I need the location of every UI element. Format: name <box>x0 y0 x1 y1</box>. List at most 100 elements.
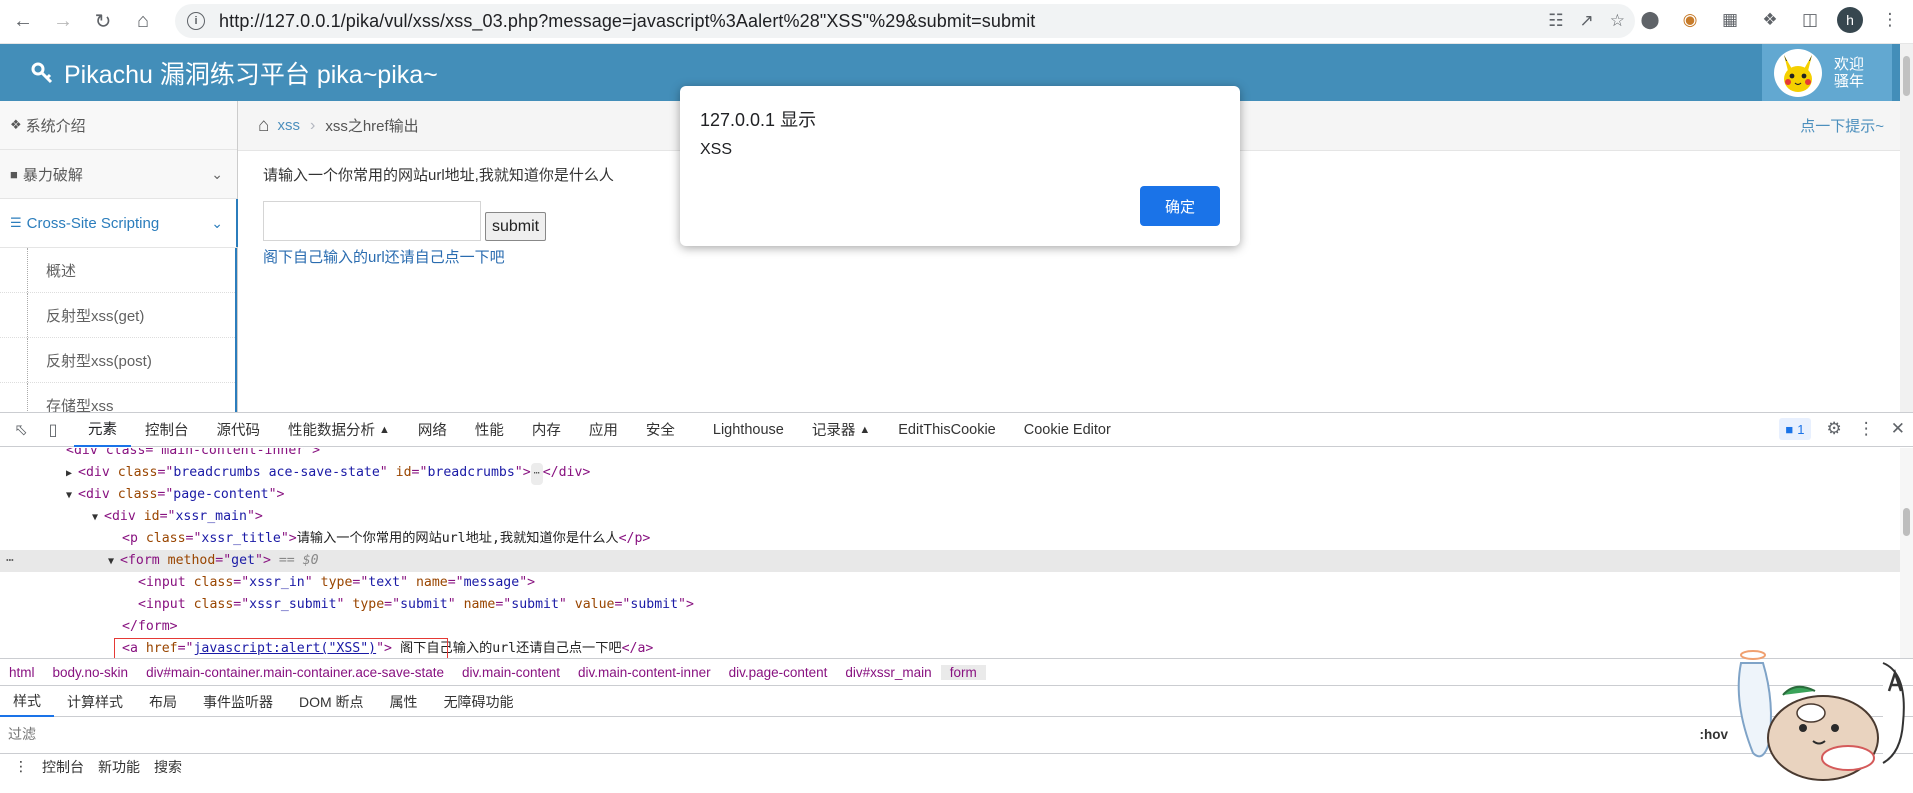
drawer-tab-search[interactable]: 搜索 <box>154 757 182 777</box>
chevron-down-icon: ⌄ <box>211 165 223 182</box>
tab-memory[interactable]: 内存 <box>518 413 575 447</box>
tab-console[interactable]: 控制台 <box>131 413 203 447</box>
dom-crumb[interactable]: div#xssr_main <box>836 665 940 680</box>
drawer-menu-icon[interactable]: ⋮ <box>14 758 28 775</box>
xssr-main: 请输入一个你常用的网站url地址,我就知道你是什么人 submit 阁下自己输入… <box>263 164 614 267</box>
tab-dom-breakpoints[interactable]: DOM 断点 <box>286 687 377 717</box>
tab-properties[interactable]: 属性 <box>377 687 431 717</box>
site-info-icon[interactable]: i <box>187 12 205 30</box>
user-url-link[interactable]: 阁下自己输入的url还请自己点一下吧 <box>263 246 614 267</box>
code-line-anchor[interactable]: <a href="javascript:alert("XSS")"> 阁下自己输… <box>0 638 1913 658</box>
hint-link[interactable]: 点一下提示~ <box>1800 115 1884 136</box>
tab-lighthouse[interactable]: Lighthouse <box>699 413 798 447</box>
user-menu[interactable]: 欢迎 骚年 <box>1762 44 1892 101</box>
dom-crumb[interactable]: html <box>0 665 44 680</box>
tab-recorder[interactable]: 记录器 ▲ <box>798 413 884 447</box>
code-line[interactable]: <input class="xssr_submit" type="submit"… <box>0 594 1913 616</box>
sidebar-subitem-reflected-get[interactable]: 反射型xss(get) <box>0 293 235 338</box>
settings-gear-icon[interactable]: ⚙ <box>1827 419 1842 439</box>
tab-label: 记录器 <box>811 423 856 439</box>
issues-badge[interactable]: ■ 1 <box>1779 418 1811 440</box>
tab-editthiscookie[interactable]: EditThisCookie <box>884 413 1010 447</box>
code-line[interactable]: </form> <box>0 616 1913 638</box>
bookmark-star-icon[interactable]: ☆ <box>1610 11 1625 31</box>
tab-performance[interactable]: 性能 <box>461 413 518 447</box>
welcome-line2: 骚年 <box>1834 72 1865 90</box>
dom-crumb[interactable]: body.no-skin <box>44 665 138 680</box>
tab-performance-insights[interactable]: 性能数据分析 ▲ <box>274 413 404 447</box>
message-input[interactable] <box>263 201 481 241</box>
extension-grid-icon[interactable]: ▦ <box>1717 7 1743 33</box>
devtools-panel: ⬁ ▯ 元素 控制台 源代码 性能数据分析 ▲ 网络 性能 内存 应用 安全 L… <box>0 412 1913 781</box>
tab-accessibility[interactable]: 无障碍功能 <box>431 687 527 717</box>
sidebar-subitem-label: 反射型xss(get) <box>46 307 145 325</box>
breadcrumb-link-xss[interactable]: xss <box>277 117 300 134</box>
puzzle-icon[interactable]: ❖ <box>1757 7 1783 33</box>
code-line[interactable]: <div class="main-content-inner"> <box>0 448 1913 462</box>
tab-security[interactable]: 安全 <box>632 413 689 447</box>
sidebar-item-label: 暴力破解 <box>22 166 83 184</box>
drawer-tab-whats-new[interactable]: 新功能 <box>98 757 140 777</box>
tab-computed[interactable]: 计算样式 <box>54 687 136 717</box>
home-icon[interactable]: ⌂ <box>126 5 160 39</box>
ellipsis-icon[interactable]: ⋯ <box>530 463 543 485</box>
tab-application[interactable]: 应用 <box>575 413 632 447</box>
page-scrollbar[interactable] <box>1900 44 1913 412</box>
submit-button[interactable]: submit <box>485 212 547 241</box>
sidebar-subitem-reflected-post[interactable]: 反射型xss(post) <box>0 338 235 383</box>
app-logo[interactable]: Pikachu 漏洞练习平台 pika~pika~ <box>30 55 438 91</box>
sidebar-item-intro[interactable]: ❖ 系统介绍 <box>0 101 237 150</box>
more-vert-icon[interactable]: ⋮ <box>1858 419 1875 439</box>
tab-styles[interactable]: 样式 <box>0 687 54 717</box>
tab-sources[interactable]: 源代码 <box>203 413 275 447</box>
code-line[interactable]: ▶ <div class="breadcrumbs ace-save-state"… <box>0 462 1913 485</box>
url-text[interactable]: http://127.0.0.1/pika/vul/xss/xss_03.php… <box>219 11 1035 32</box>
code-line[interactable]: ▼ <div class="page-content"> <box>0 484 1913 506</box>
sidebar-subitem-stored[interactable]: 存储型xss <box>0 383 235 412</box>
forward-arrow-icon[interactable]: → <box>46 5 80 39</box>
more-vert-icon[interactable]: ⋮ <box>1877 7 1903 33</box>
close-icon[interactable]: ✕ <box>1891 419 1905 439</box>
app-title: Pikachu 漏洞练习平台 pika~pika~ <box>64 60 438 89</box>
address-bar[interactable]: i http://127.0.0.1/pika/vul/xss/xss_03.p… <box>175 4 1635 38</box>
code-line-selected[interactable]: ⋯ ▼ <form method="get"> == $0 <box>0 550 1913 572</box>
extension-circle-icon[interactable]: ⬤ <box>1637 7 1663 33</box>
code-line[interactable]: ▼ <div id="xssr_main"> <box>0 506 1913 528</box>
sidebar-item-bruteforce[interactable]: ■ 暴力破解 ⌄ <box>0 150 237 199</box>
dialog-ok-button[interactable]: 确定 <box>1140 186 1220 226</box>
back-arrow-icon[interactable]: ← <box>6 5 40 39</box>
dom-crumb[interactable]: div.main-content <box>453 665 569 680</box>
key-icon <box>31 62 53 83</box>
tab-layout[interactable]: 布局 <box>136 687 190 717</box>
tab-event-listeners[interactable]: 事件监听器 <box>190 687 286 717</box>
cookie-extension-icon[interactable]: ◉ <box>1677 7 1703 33</box>
tab-network[interactable]: 网络 <box>404 413 461 447</box>
chevron-down-icon: ⌄ <box>211 214 223 231</box>
tab-elements[interactable]: 元素 <box>74 413 131 447</box>
tab-cookie-editor[interactable]: Cookie Editor <box>1010 413 1125 447</box>
drawer-tab-console[interactable]: 控制台 <box>42 757 84 777</box>
translate-icon[interactable]: ☷ <box>1548 11 1563 31</box>
side-panel-icon[interactable]: ◫ <box>1797 7 1823 33</box>
sidebar-item-xss[interactable]: ☰ Cross-Site Scripting ⌄ <box>0 199 238 248</box>
dom-crumb[interactable]: div.page-content <box>720 665 837 680</box>
sidebar-subitem-overview[interactable]: 概述 <box>0 248 235 293</box>
code-line[interactable]: <p class="xssr_title">请输入一个你常用的网站url地址,我… <box>0 528 1913 550</box>
profile-avatar[interactable]: h <box>1837 7 1863 33</box>
elements-scrollbar[interactable] <box>1900 448 1913 658</box>
share-icon[interactable]: ↗ <box>1580 11 1594 31</box>
welcome-line1: 欢迎 <box>1834 55 1865 73</box>
highlight-box <box>114 638 448 658</box>
dom-crumb[interactable]: div.main-content-inner <box>569 665 720 680</box>
devtools-drawer: ⋮ 控制台 新功能 搜索 <box>0 753 1913 779</box>
message-icon: ■ <box>1785 421 1794 437</box>
code-line[interactable]: <input class="xssr_in" type="text" name=… <box>0 572 1913 594</box>
inspect-element-icon[interactable]: ⬁ <box>10 419 32 441</box>
dom-breadcrumbs: html body.no-skin div#main-container.mai… <box>0 658 1913 686</box>
styles-filter-input[interactable] <box>8 723 1693 745</box>
dom-crumb[interactable]: div#main-container.main-container.ace-sa… <box>137 665 453 680</box>
device-toolbar-icon[interactable]: ▯ <box>42 419 64 441</box>
dom-crumb-active[interactable]: form <box>940 664 986 680</box>
home-icon[interactable]: ⌂ <box>258 115 269 137</box>
reload-icon[interactable]: ↻ <box>86 5 120 39</box>
